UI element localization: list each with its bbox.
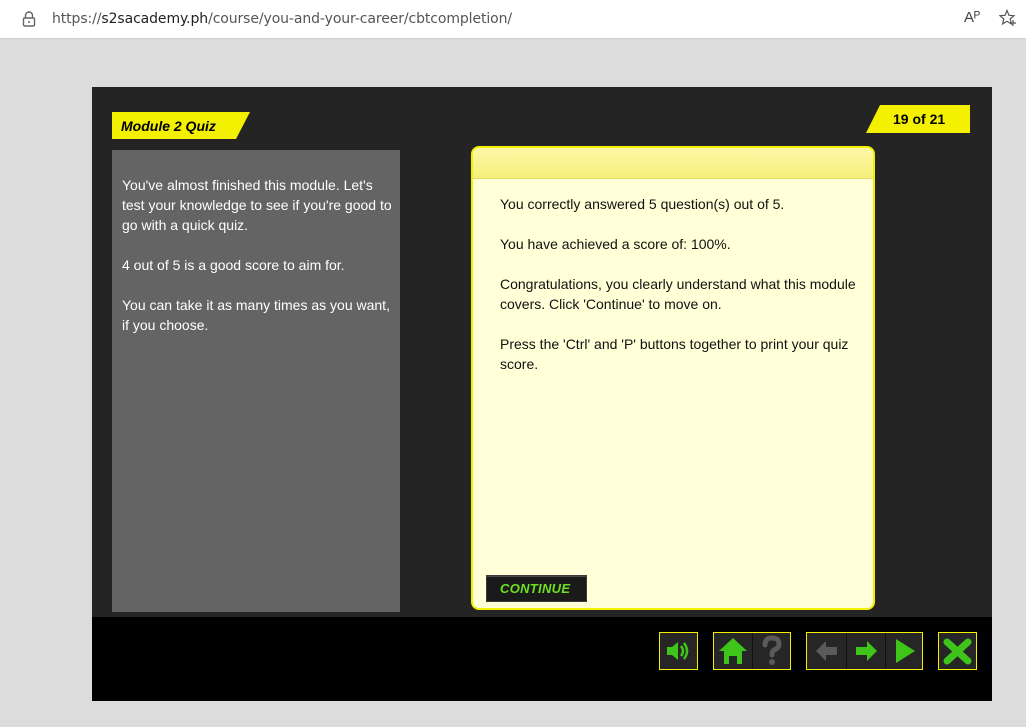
result-panel-header — [473, 148, 873, 179]
intro-paragraph: 4 out of 5 is a good score to aim for. — [122, 257, 345, 273]
result-line: You correctly answered 5 question(s) out… — [500, 196, 785, 212]
home-button[interactable] — [714, 633, 752, 669]
url-host: s2sacademy.ph — [101, 11, 209, 27]
forward-button[interactable] — [846, 633, 886, 669]
back-arrow-icon — [816, 641, 837, 661]
home-icon — [719, 638, 747, 664]
url-text[interactable]: https://s2sacademy.ph/course/you-and-you… — [52, 11, 512, 27]
favorite-star-icon[interactable] — [999, 9, 1017, 27]
play-button[interactable] — [885, 633, 923, 669]
forward-arrow-icon — [856, 641, 877, 661]
close-icon — [943, 638, 972, 665]
play-icon — [896, 639, 915, 663]
result-line: You have achieved a score of: 100%. — [500, 236, 731, 252]
lock-icon[interactable] — [22, 11, 36, 27]
help-button[interactable] — [752, 633, 791, 669]
continue-button[interactable]: CONTINUE — [486, 575, 587, 602]
quiz-result-panel: You correctly answered 5 question(s) out… — [471, 146, 875, 610]
module-title: Module 2 Quiz — [121, 118, 216, 134]
page-counter: 19 of 21 — [893, 111, 946, 127]
browser-address-bar[interactable]: https://s2sacademy.ph/course/you-and-you… — [0, 0, 1026, 39]
url-prefix: https:// — [52, 11, 102, 27]
sound-button[interactable] — [659, 632, 698, 670]
read-aloud-icon[interactable]: Aᴾ — [964, 9, 980, 26]
intro-paragraph: You've almost finished this module. Let'… — [122, 177, 392, 233]
module-title-tag: Module 2 Quiz — [112, 112, 250, 139]
back-button[interactable] — [807, 633, 846, 669]
intro-paragraph: You can take it as many times as you wan… — [122, 297, 390, 333]
help-icon — [762, 635, 782, 665]
home-help-group — [713, 632, 791, 670]
result-line: Press the 'Ctrl' and 'P' buttons togethe… — [500, 336, 849, 372]
close-button[interactable] — [938, 632, 977, 670]
sound-icon — [667, 642, 689, 660]
url-path: /course/you-and-your-career/cbtcompletio… — [208, 11, 512, 27]
page-nav-group — [806, 632, 923, 670]
page-counter-tag: 19 of 21 — [866, 105, 970, 133]
result-line: Congratulations, you clearly understand … — [500, 276, 856, 312]
intro-panel: You've almost finished this module. Let'… — [112, 150, 400, 612]
continue-label: CONTINUE — [500, 581, 571, 596]
